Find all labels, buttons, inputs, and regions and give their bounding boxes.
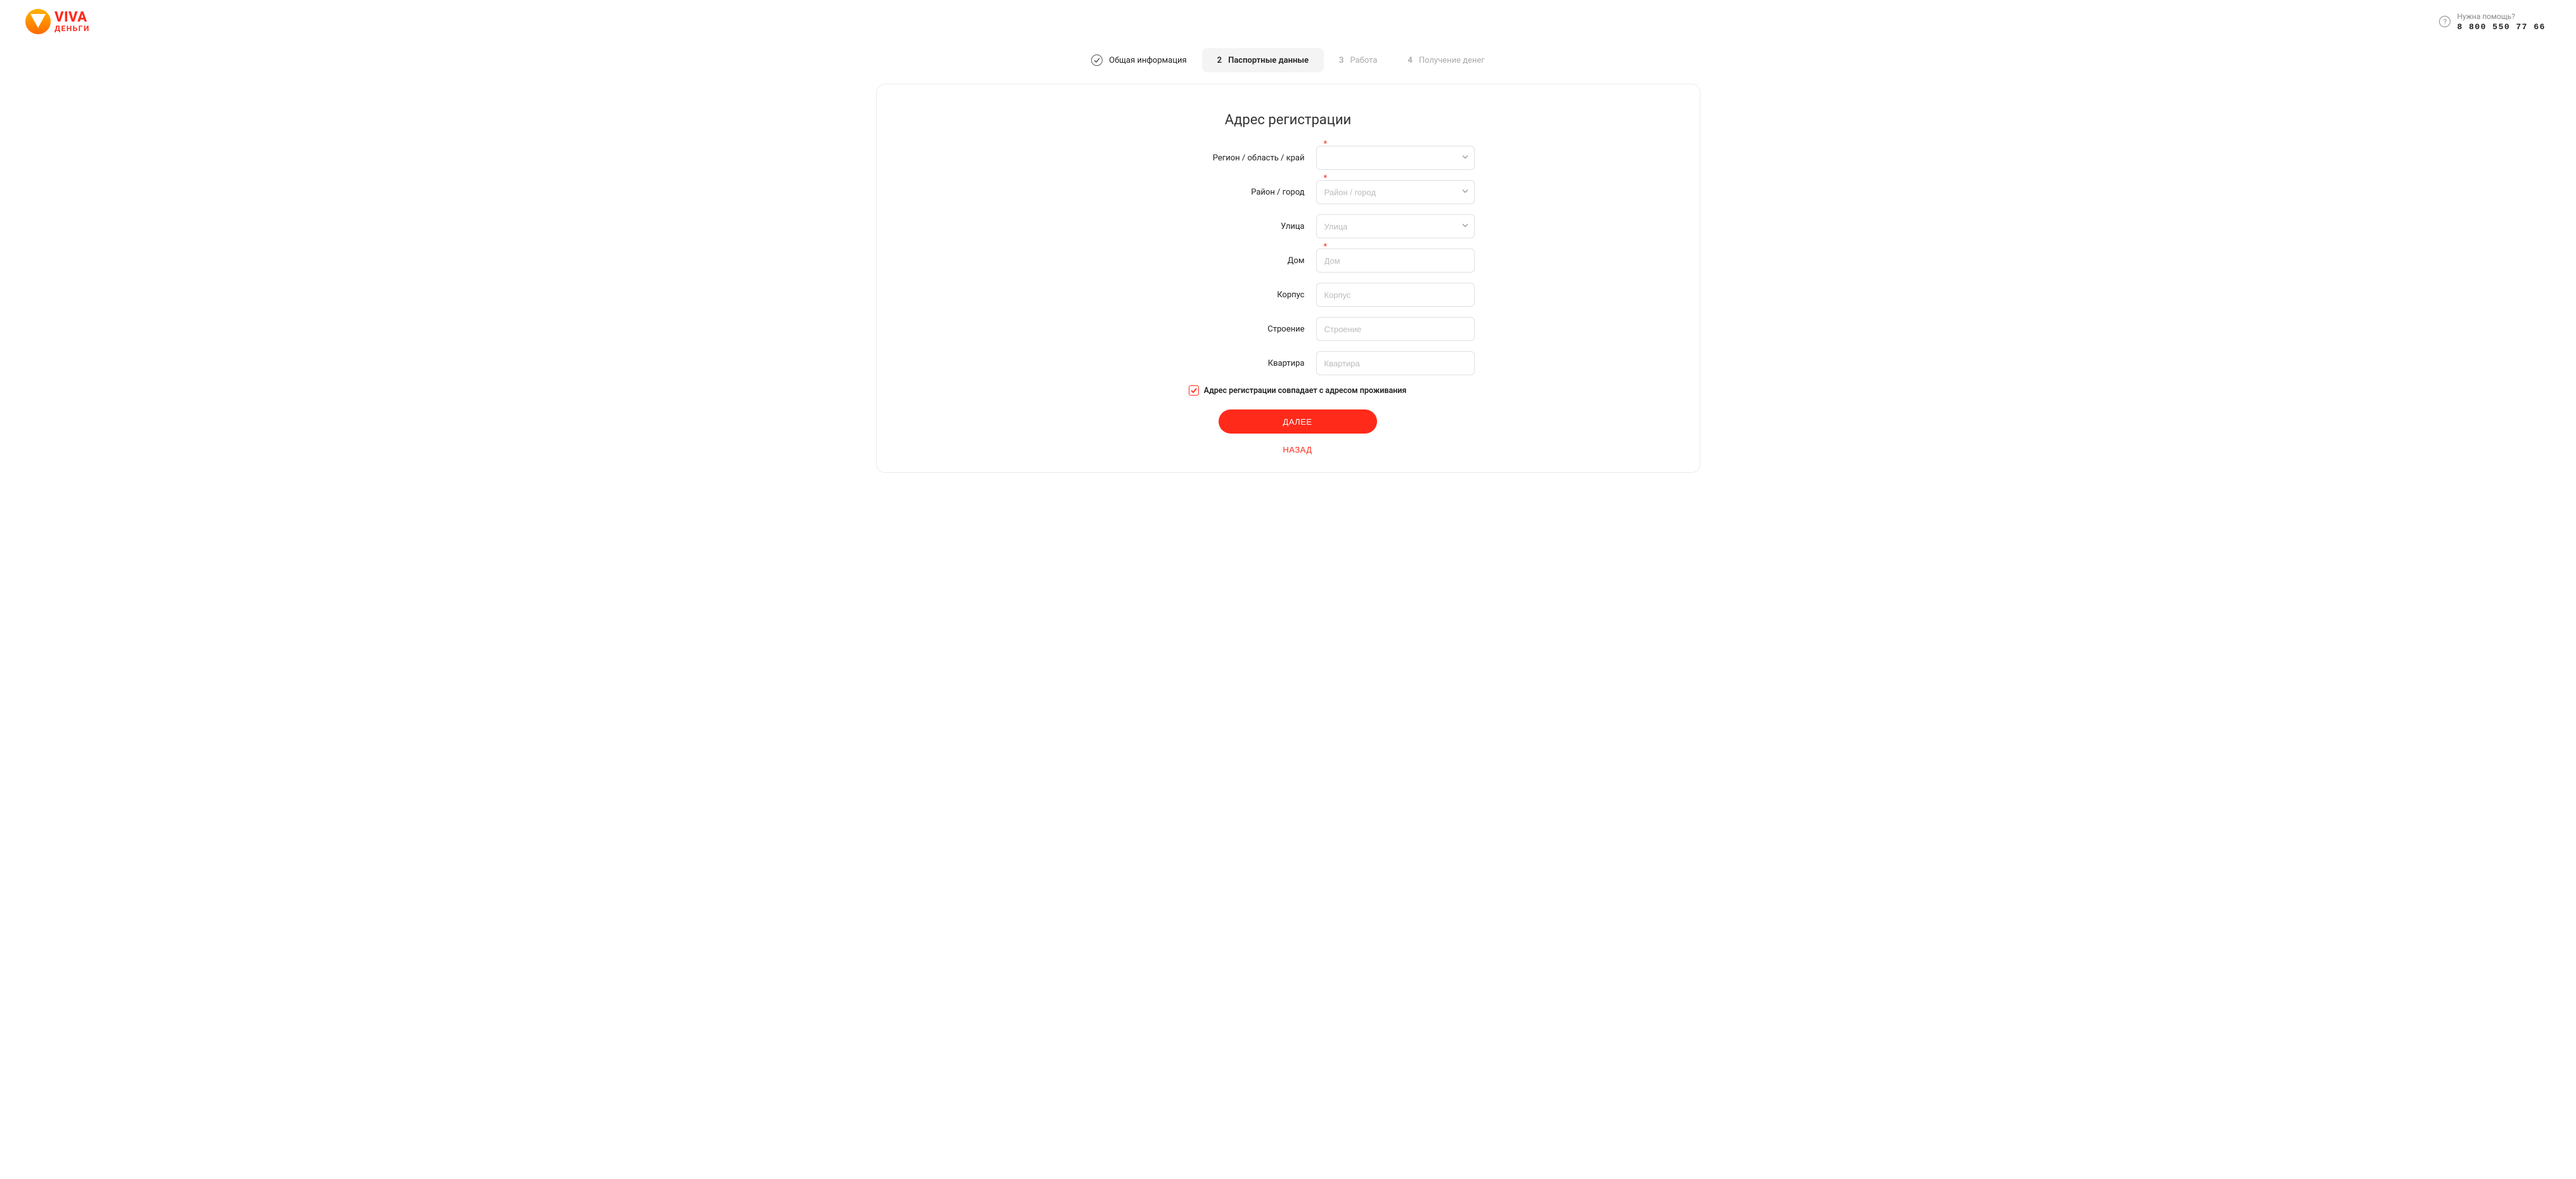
step-passport[interactable]: 2 Паспортные данные — [1202, 48, 1324, 72]
step-label: Общая информация — [1109, 56, 1186, 65]
help-icon: ? — [2439, 16, 2450, 27]
step-general-info[interactable]: Общая информация — [1076, 48, 1201, 72]
logo-mark-icon — [25, 9, 51, 34]
label-region: Регион / область / край — [1102, 153, 1305, 163]
step-work[interactable]: 3 Работа — [1324, 48, 1392, 72]
label-city: Район / город — [1102, 188, 1305, 197]
step-label: Работа — [1350, 56, 1377, 65]
help-phone[interactable]: 8 800 550 77 66 — [2457, 22, 2546, 32]
same-address-checkbox[interactable] — [1189, 385, 1199, 396]
step-label: Паспортные данные — [1228, 56, 1309, 65]
form-card: Адрес регистрации Регион / область / кра… — [876, 84, 1700, 473]
help-label: Нужна помощь? — [2457, 12, 2515, 21]
required-asterisk-icon: * — [1324, 174, 1328, 183]
logo-text-main: VIVA — [55, 11, 90, 25]
logo[interactable]: VIVA ДЕНЬГИ — [25, 9, 90, 34]
flat-input[interactable] — [1316, 351, 1475, 375]
label-korpus: Корпус — [1102, 290, 1305, 300]
required-asterisk-icon: * — [1324, 139, 1328, 149]
form-title: Адрес регистрации — [890, 112, 1687, 128]
house-input[interactable] — [1316, 248, 1475, 273]
label-street: Улица — [1102, 222, 1305, 231]
label-house: Дом — [1102, 256, 1305, 266]
check-circle-icon — [1091, 55, 1103, 66]
step-number: 2 — [1217, 56, 1222, 65]
building-input[interactable] — [1316, 317, 1475, 341]
check-icon — [1191, 387, 1197, 394]
label-building: Строение — [1102, 325, 1305, 334]
help-block: ? Нужна помощь? 8 800 550 77 66 — [2439, 12, 2546, 32]
logo-text-sub: ДЕНЬГИ — [55, 25, 90, 32]
city-select[interactable] — [1316, 180, 1475, 204]
step-label: Получение денег — [1419, 56, 1485, 65]
korpus-input[interactable] — [1316, 283, 1475, 307]
step-receive-money[interactable]: 4 Получение денег — [1392, 48, 1499, 72]
header: VIVA ДЕНЬГИ ? Нужна помощь? 8 800 550 77… — [0, 0, 2576, 43]
street-select[interactable] — [1316, 214, 1475, 238]
required-asterisk-icon: * — [1324, 242, 1328, 252]
progress-steps: Общая информация 2 Паспортные данные 3 Р… — [0, 43, 2576, 84]
back-button[interactable]: НАЗАД — [1283, 445, 1312, 454]
region-select[interactable] — [1316, 146, 1475, 170]
step-number: 4 — [1408, 56, 1412, 65]
next-button[interactable]: ДАЛЕЕ — [1219, 409, 1377, 434]
label-flat: Квартира — [1102, 359, 1305, 368]
same-address-label: Адрес регистрации совпадает с адресом пр… — [1204, 386, 1407, 396]
step-number: 3 — [1339, 56, 1343, 65]
